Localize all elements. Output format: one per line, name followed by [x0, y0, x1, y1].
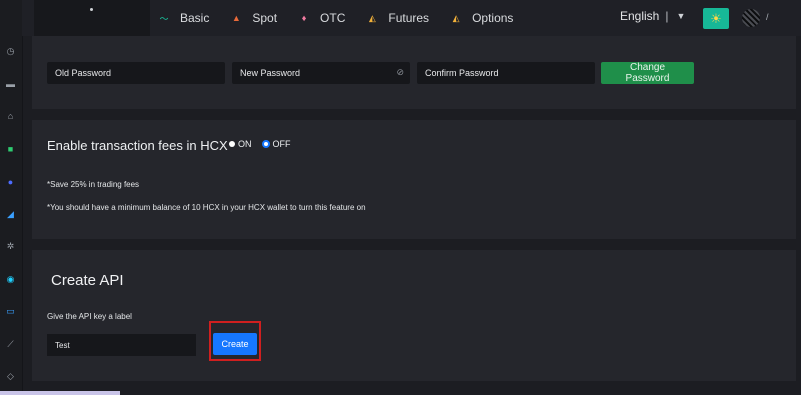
- left-sidebar: ◷ ▬ ⌂ ■ ● ◢ ✲ ◉ ▭ ⟋ ◇: [0, 0, 23, 395]
- options-icon: ◭: [452, 12, 460, 23]
- top-bar: 〜 Basic ▲ Spot ♦ OTC ◭ Futures ◭ Options…: [22, 0, 801, 36]
- old-password-placeholder: Old Password: [55, 68, 112, 78]
- create-api-title: Create API: [51, 272, 124, 289]
- otc-icon: ♦: [301, 13, 307, 23]
- sun-icon: ☀: [710, 10, 722, 26]
- clock-icon[interactable]: ◷: [4, 45, 17, 58]
- language-label: English: [620, 9, 660, 23]
- api-label-text: Give the API key a label: [47, 312, 132, 321]
- theme-toggle-button[interactable]: ☀: [703, 8, 729, 29]
- spot-icon: ▲: [231, 13, 241, 23]
- new-password-field[interactable]: New Password ⊘: [232, 62, 410, 84]
- radio-off-label[interactable]: OFF: [273, 139, 291, 149]
- nav-options-label: Options: [472, 11, 514, 25]
- wallet-icon[interactable]: ▬: [4, 78, 17, 91]
- basic-icon: 〜: [159, 13, 169, 24]
- main-nav: 〜 Basic ▲ Spot ♦ OTC ◭ Futures ◭ Options: [157, 0, 533, 36]
- api-icon[interactable]: ◉: [4, 273, 17, 286]
- change-password-button[interactable]: Change Password: [601, 62, 694, 84]
- radio-on-label[interactable]: ON: [238, 139, 252, 149]
- language-separator: |: [665, 9, 669, 23]
- nav-futures[interactable]: ◭ Futures: [365, 11, 429, 25]
- link-icon[interactable]: ⟋: [4, 338, 17, 351]
- logo[interactable]: [34, 0, 150, 36]
- folder-icon[interactable]: ⌂: [4, 110, 17, 123]
- nav-options[interactable]: ◭ Options: [449, 11, 514, 25]
- nav-spot[interactable]: ▲ Spot: [229, 11, 277, 25]
- nav-futures-label: Futures: [388, 11, 430, 25]
- diamond-icon[interactable]: ◇: [4, 370, 17, 383]
- document-icon[interactable]: ■: [4, 143, 17, 156]
- chart-icon[interactable]: ◢: [4, 208, 17, 221]
- radio-on[interactable]: [229, 141, 235, 147]
- chevron-down-icon: ▼: [676, 11, 686, 21]
- old-password-field[interactable]: Old Password: [47, 62, 225, 84]
- avatar[interactable]: [742, 9, 760, 27]
- nav-basic-label: Basic: [180, 11, 210, 25]
- hcx-fees-title: Enable transaction fees in HCX: [47, 138, 228, 153]
- futures-icon: ◭: [368, 12, 376, 23]
- new-password-placeholder: New Password: [240, 68, 301, 78]
- nav-otc[interactable]: ♦ OTC: [297, 11, 346, 25]
- nav-spot-label: Spot: [252, 11, 278, 25]
- settings-icon[interactable]: ✲: [4, 240, 17, 253]
- globe-icon[interactable]: ●: [4, 176, 17, 189]
- bottom-strip: [0, 391, 120, 395]
- api-label-input[interactable]: [47, 334, 196, 356]
- radio-off[interactable]: [261, 140, 270, 148]
- create-button[interactable]: Create: [213, 333, 257, 355]
- create-api-card: [32, 250, 796, 381]
- monitor-icon[interactable]: ▭: [4, 305, 17, 318]
- fees-toggle: ON OFF: [229, 139, 291, 149]
- fees-note-balance: *You should have a minimum balance of 10…: [47, 203, 366, 212]
- fees-note-save: *Save 25% in trading fees: [47, 180, 140, 189]
- language-selector[interactable]: English | ▼: [620, 9, 685, 23]
- eye-off-icon[interactable]: ⊘: [396, 67, 404, 78]
- confirm-password-field[interactable]: Confirm Password: [417, 62, 595, 84]
- avatar-menu-icon[interactable]: /: [766, 12, 769, 22]
- confirm-password-placeholder: Confirm Password: [425, 68, 499, 78]
- nav-otc-label: OTC: [320, 11, 346, 25]
- nav-basic[interactable]: 〜 Basic: [157, 11, 209, 25]
